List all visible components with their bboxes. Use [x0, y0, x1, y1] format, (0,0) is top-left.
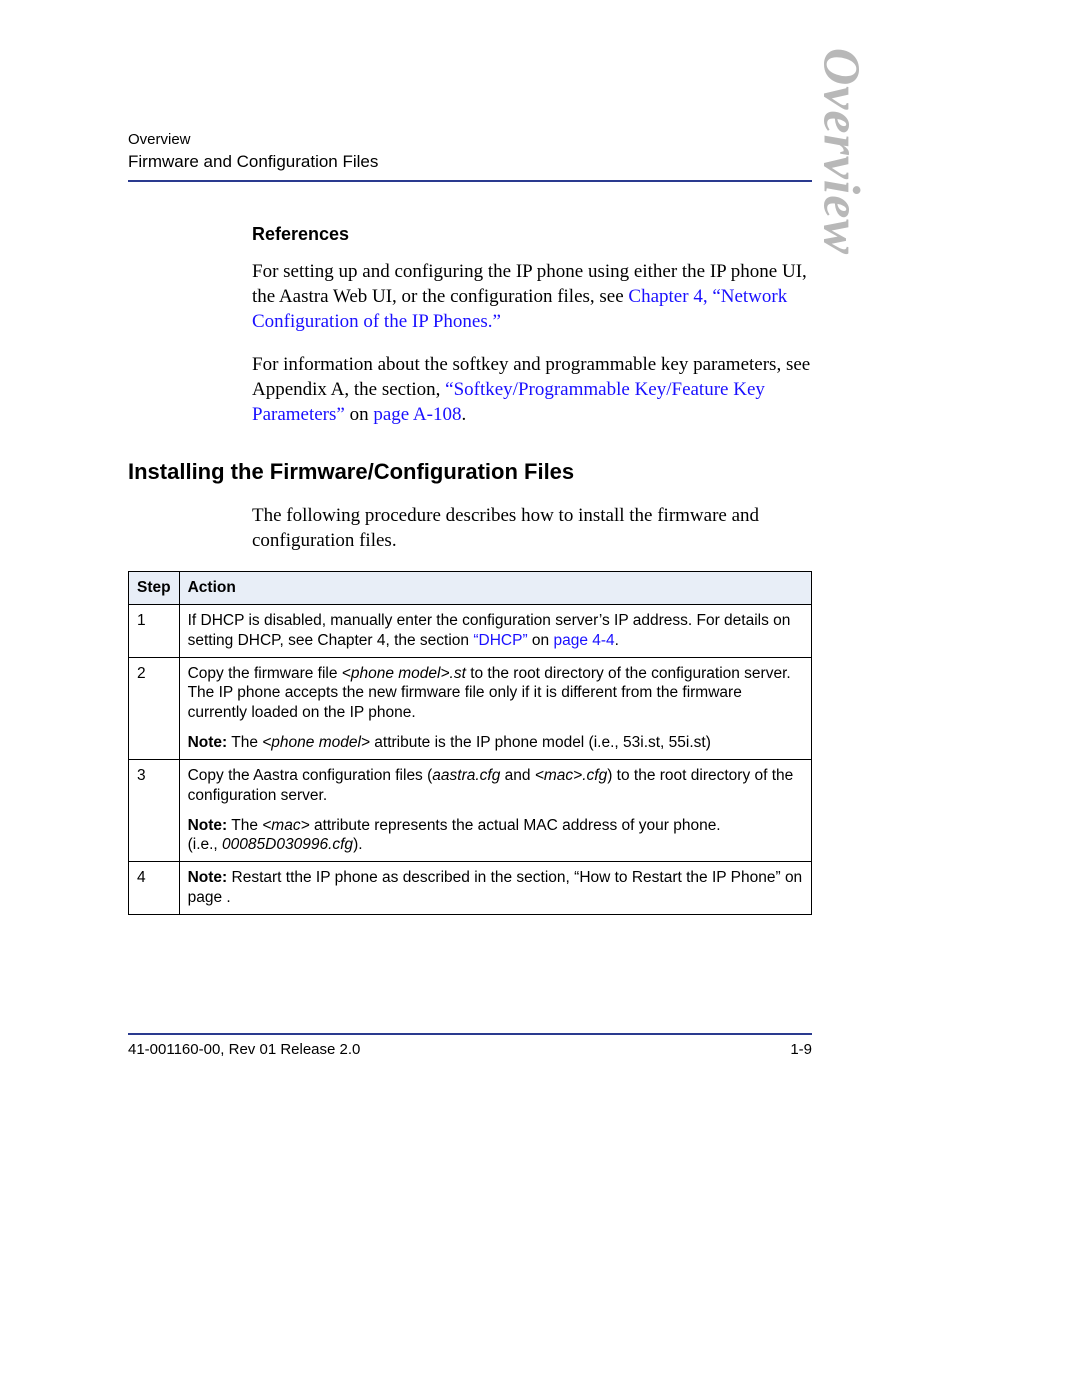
- text: and: [500, 767, 534, 784]
- references-para-2: For information about the softkey and pr…: [252, 352, 812, 427]
- step-action: Note: Restart tthe IP phone as described…: [179, 862, 811, 915]
- installing-intro: The following procedure describes how to…: [252, 503, 812, 553]
- step-action: Copy the Aastra configuration files (aas…: [179, 759, 811, 861]
- text: (i.e.,: [188, 836, 222, 853]
- text-italic: aastra.cfg: [432, 767, 500, 784]
- header-breadcrumb: Overview: [128, 130, 812, 150]
- text: .: [615, 632, 619, 649]
- table-row: 4 Note: Restart tthe IP phone as describ…: [129, 862, 812, 915]
- step-action: If DHCP is disabled, manually enter the …: [179, 604, 811, 657]
- page-footer: 41-001160-00, Rev 01 Release 2.0 1-9: [128, 1033, 812, 1058]
- table-header-row: Step Action: [129, 572, 812, 605]
- text: The: [227, 817, 262, 834]
- references-heading: References: [252, 224, 812, 245]
- footer-rule: [128, 1033, 812, 1035]
- references-para-1: For setting up and configuring the IP ph…: [252, 259, 812, 334]
- step-number: 4: [129, 862, 180, 915]
- note-label: Note:: [188, 734, 228, 751]
- note-label: Note:: [188, 869, 228, 886]
- table-row: 3 Copy the Aastra configuration files (a…: [129, 759, 812, 861]
- text: .: [461, 404, 466, 425]
- step-number: 3: [129, 759, 180, 861]
- text: attribute represents the actual MAC addr…: [310, 817, 721, 834]
- step-action: Copy the firmware file <phone model>.st …: [179, 657, 811, 759]
- text: attribute is the IP phone model (i.e., 5…: [370, 734, 711, 751]
- footer-left: 41-001160-00, Rev 01 Release 2.0: [128, 1041, 360, 1058]
- col-action: Action: [179, 572, 811, 605]
- text-italic: <mac>: [262, 817, 309, 834]
- table-row: 1 If DHCP is disabled, manually enter th…: [129, 604, 812, 657]
- step-number: 2: [129, 657, 180, 759]
- text: Copy the Aastra configuration files (: [188, 767, 433, 784]
- text-italic: 00085D030996.cfg: [222, 836, 353, 853]
- link-page-4-4[interactable]: page 4-4: [553, 632, 614, 649]
- table-row: 2 Copy the firmware file <phone model>.s…: [129, 657, 812, 759]
- text-italic: <phone model>: [262, 734, 370, 751]
- text: on: [345, 404, 374, 425]
- col-step: Step: [129, 572, 180, 605]
- text: Restart tthe IP phone as described in th…: [188, 869, 803, 906]
- header-section: Firmware and Configuration Files: [128, 152, 812, 172]
- text-italic: <phone model>.st: [342, 665, 466, 682]
- text: Copy the firmware file: [188, 665, 342, 682]
- link-page-a108[interactable]: page A-108: [373, 404, 461, 425]
- page-body: Overview Firmware and Configuration File…: [128, 130, 812, 915]
- note-label: Note:: [188, 817, 228, 834]
- installing-heading: Installing the Firmware/Configuration Fi…: [128, 459, 812, 485]
- text-italic: <mac>.cfg: [535, 767, 607, 784]
- text: ).: [353, 836, 362, 853]
- side-watermark: Overview: [811, 48, 870, 255]
- steps-table: Step Action 1 If DHCP is disabled, manua…: [128, 571, 812, 915]
- text: on: [528, 632, 554, 649]
- text: The: [227, 734, 262, 751]
- step-number: 1: [129, 604, 180, 657]
- footer-page-number: 1-9: [790, 1041, 812, 1058]
- link-dhcp[interactable]: “DHCP”: [473, 632, 527, 649]
- header-rule: [128, 180, 812, 182]
